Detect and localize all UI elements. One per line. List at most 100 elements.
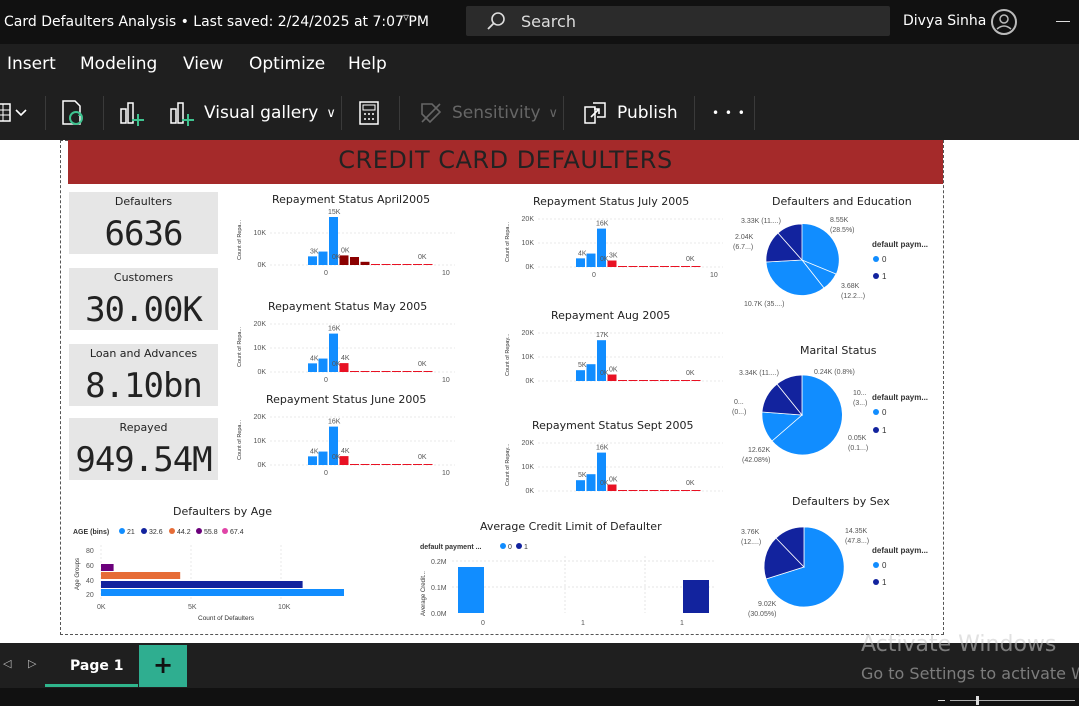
kpi-card-defaulters[interactable]: Defaulters 6636 [69,192,218,254]
bar[interactable] [402,371,412,372]
avg-credit-limit-chart[interactable]: default payment ... 0 1 Average Credit..… [415,536,720,631]
bar[interactable] [691,266,701,267]
add-page-button[interactable]: + [139,645,187,687]
bar[interactable] [360,464,370,465]
marital-status-pie-chart[interactable]: 3.34K (11....) 0.24K (0.8%) 10... (3...)… [728,360,943,470]
bar[interactable] [381,264,391,265]
publish-button[interactable]: Publish [581,96,678,130]
search-input[interactable]: Search [466,6,890,36]
bar[interactable] [649,380,659,381]
bar[interactable] [691,380,701,381]
user-name[interactable]: Divya Sinha [903,13,986,29]
bar[interactable] [402,464,412,465]
bar[interactable] [670,266,680,267]
repayment-june-chart[interactable]: Count of Repa...0K10K20K4K16K0K4K0K0 10 [230,405,460,475]
zoom-out-icon[interactable] [938,700,945,701]
bar[interactable] [649,266,659,267]
refresh-button[interactable] [60,96,86,130]
bar[interactable] [639,380,648,381]
age-bar[interactable] [101,589,344,596]
menu-optimize[interactable]: Optimize [249,54,325,74]
bar[interactable] [607,260,617,267]
bar[interactable] [691,490,701,491]
bar[interactable] [660,380,669,381]
bar[interactable] [618,380,627,381]
bar[interactable] [670,490,680,491]
bar[interactable] [381,371,391,372]
bar[interactable] [681,490,690,491]
defaulters-by-age-chart[interactable]: AGE (bins) 21 32.6 44.2 55.8 67.4 Age Gr… [70,520,370,625]
bar[interactable] [392,264,401,265]
bar[interactable] [308,456,317,465]
bar[interactable] [350,464,359,465]
bar[interactable] [318,358,328,372]
bar[interactable] [576,258,585,267]
bar[interactable] [639,266,648,267]
defaulters-by-sex-pie-chart[interactable]: 3.76K (12....) 14.35K (47.8...) 9.02K (3… [728,512,943,622]
bar[interactable] [649,490,659,491]
repayment-sept-chart[interactable]: Count of Repay...0K10K20K5K16K0K 0K 0K [498,431,728,503]
bar[interactable] [339,255,349,265]
menu-modeling[interactable]: Modeling [80,54,157,74]
bar[interactable] [681,380,690,381]
bar[interactable] [607,374,617,381]
bar[interactable] [618,266,627,267]
zoom-slider-thumb[interactable] [976,696,979,705]
repayment-april-chart[interactable]: Count of Repa...0K10K3K15K0K0K0K0 10 [230,205,460,280]
bar[interactable] [607,484,617,491]
bar[interactable] [413,371,422,372]
bar[interactable] [413,264,422,265]
bar-0[interactable] [458,567,484,613]
bar[interactable] [350,371,359,372]
bar[interactable] [350,257,359,265]
education-pie-chart[interactable]: 3.33K (11....) 8.55K (28.5%) 2.04K (6.7.… [728,208,943,313]
bar[interactable] [586,364,596,381]
bar[interactable] [308,256,317,265]
bar[interactable] [639,490,648,491]
bar[interactable] [381,464,391,465]
more-options-button[interactable]: • • • [712,96,746,130]
repayment-aug-chart[interactable]: Count of Repay...0K10K20K5K17K0K 0K 0K [498,321,728,393]
bar[interactable] [586,253,596,267]
menu-insert[interactable]: Insert [7,54,56,74]
bar[interactable] [308,363,317,372]
bar[interactable] [618,490,627,491]
bar[interactable] [576,480,585,491]
bar[interactable] [423,371,433,372]
bar[interactable] [402,264,412,265]
kpi-card-repayed[interactable]: Repayed 949.54M [69,418,218,480]
calculator-button[interactable] [358,96,380,130]
zoom-slider[interactable] [950,700,1075,701]
kpi-card-loans[interactable]: Loan and Advances 8.10bn [69,344,218,406]
bar[interactable] [423,264,433,265]
page-tab[interactable]: Page 1 [45,645,138,687]
age-bar[interactable] [101,581,303,588]
bar[interactable] [628,266,638,267]
bar[interactable] [339,456,349,465]
bar[interactable] [681,266,690,267]
repayment-may-chart[interactable]: Count of Repa...0K10K20K4K16K0K4K0K0 10 [230,312,460,387]
bar[interactable] [318,451,328,465]
bar[interactable] [670,380,680,381]
next-page-icon[interactable]: ▷ [28,657,36,670]
previous-page-icon[interactable]: ◁ [3,657,11,670]
age-bar[interactable] [101,572,181,579]
repayment-july-chart[interactable]: Count of Repa...0K10K20K4K16K0K 3K 0K0 10 [498,207,728,282]
visual-gallery-button[interactable]: Visual gallery ∨ [168,96,336,130]
bar[interactable] [371,371,380,372]
bar[interactable] [360,261,370,265]
bar[interactable] [413,464,422,465]
age-bar[interactable] [101,564,114,571]
bar[interactable] [360,371,370,372]
bar[interactable] [628,380,638,381]
chevron-down-icon[interactable]: ▿ [403,10,409,24]
bar[interactable] [660,266,669,267]
new-visual-button[interactable] [118,96,146,130]
sensitivity-button[interactable]: Sensitivity ∨ [418,96,558,130]
bar[interactable] [339,363,349,372]
bar[interactable] [392,464,401,465]
bar[interactable] [586,474,596,491]
document-title[interactable]: Card Defaulters Analysis • Last saved: 2… [4,14,429,30]
bar[interactable] [423,464,433,465]
kpi-card-customers[interactable]: Customers 30.00K [69,268,218,330]
